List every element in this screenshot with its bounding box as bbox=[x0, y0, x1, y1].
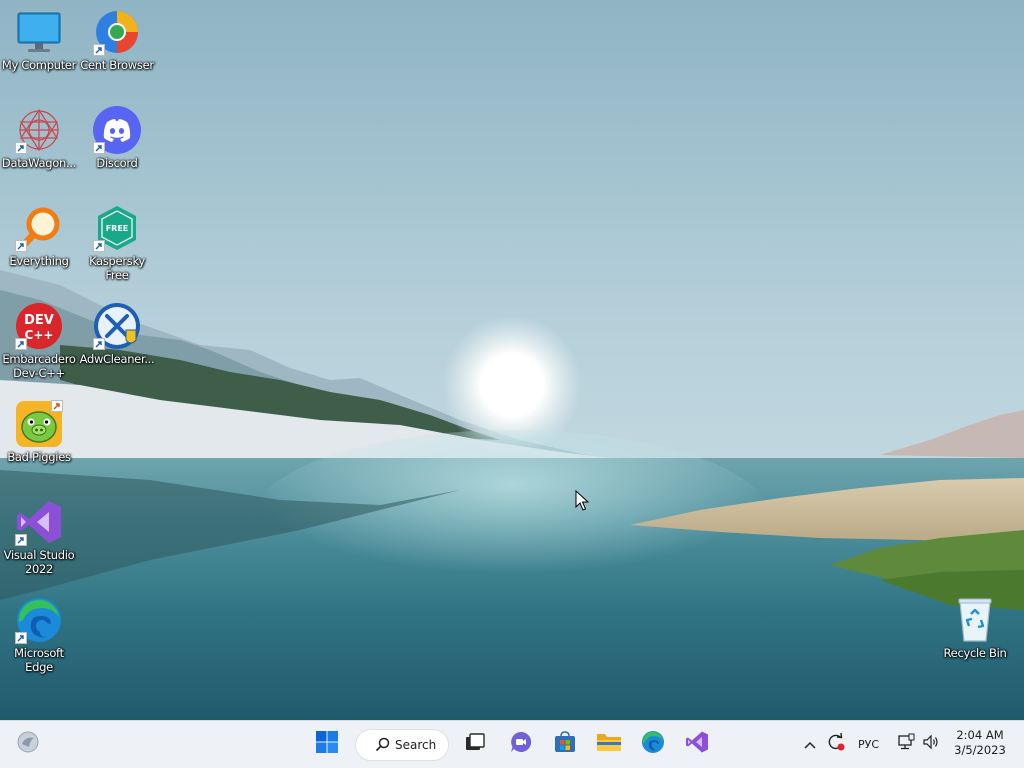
edge-icon bbox=[15, 596, 63, 644]
file-explorer-button[interactable] bbox=[591, 726, 627, 762]
shortcut-arrow-icon bbox=[93, 142, 105, 154]
shortcut-arrow-icon bbox=[93, 338, 105, 350]
desktop-icon-bad-piggies[interactable]: Bad Piggies bbox=[0, 400, 78, 464]
desktop-icon-discord[interactable]: Discord bbox=[78, 106, 156, 170]
desktop-icon-label: My Computer bbox=[1, 58, 77, 72]
desktop-icon-microsoft-edge[interactable]: Microsoft Edge bbox=[0, 596, 78, 674]
kaspersky-badge: FREE bbox=[106, 224, 129, 233]
visual-studio-icon bbox=[15, 498, 63, 546]
discord-icon bbox=[93, 106, 141, 154]
shortcut-arrow-icon bbox=[15, 240, 27, 252]
desktop-icon-label: Discord bbox=[96, 156, 138, 170]
desktop-icon-label: Kaspersky Free bbox=[89, 254, 145, 282]
desktop-icon-label: Recycle Bin bbox=[943, 646, 1007, 660]
start-icon bbox=[315, 730, 339, 758]
devcpp-icon: DEV C++ bbox=[15, 302, 63, 350]
shortcut-arrow-icon bbox=[15, 338, 27, 350]
shortcut-arrow-icon bbox=[93, 240, 105, 252]
cent-browser-icon bbox=[93, 8, 141, 56]
desktop-icon-kaspersky-free[interactable]: FREE Kaspersky Free bbox=[78, 204, 156, 282]
shortcut-arrow-icon bbox=[51, 400, 63, 412]
desktop-icon-label: DataWagon... bbox=[1, 156, 77, 170]
desktop-icon-label: Everything bbox=[9, 254, 69, 268]
desktop-icon-cent-browser[interactable]: Cent Browser bbox=[78, 8, 156, 72]
search-label: Search bbox=[395, 738, 437, 752]
bad-piggies-icon bbox=[15, 400, 63, 448]
teams-chat-icon bbox=[509, 730, 533, 758]
input-language-indicator[interactable]: РУС bbox=[858, 738, 879, 751]
desktop-icon-label: Embarcadero Dev-C++ bbox=[2, 352, 76, 380]
clock-time: 2:04 AM bbox=[956, 728, 1004, 742]
visual-studio-icon bbox=[685, 730, 709, 758]
desktop-icon-label: Visual Studio 2022 bbox=[3, 548, 75, 576]
search-icon bbox=[376, 736, 390, 755]
taskbar-clock[interactable]: 2:04 AM 3/5/2023 bbox=[944, 728, 1016, 758]
teams-chat-button[interactable] bbox=[503, 726, 539, 762]
shortcut-arrow-icon bbox=[93, 44, 105, 56]
network-icon bbox=[897, 733, 915, 755]
edge-icon bbox=[641, 730, 665, 758]
network-button[interactable] bbox=[894, 726, 918, 762]
desktop-icon-datawagon[interactable]: DataWagon... bbox=[0, 106, 78, 170]
start-button[interactable] bbox=[309, 726, 345, 762]
everything-search-icon bbox=[15, 204, 63, 252]
task-view-icon bbox=[464, 731, 486, 757]
adwcleaner-icon bbox=[93, 302, 141, 350]
file-explorer-icon bbox=[596, 730, 622, 758]
task-view-button[interactable] bbox=[457, 726, 493, 762]
sync-alert-icon bbox=[826, 732, 846, 756]
chevron-up-icon bbox=[803, 735, 817, 754]
volume-button[interactable] bbox=[919, 726, 943, 762]
desktop-icon-visual-studio[interactable]: Visual Studio 2022 bbox=[0, 498, 78, 576]
recycle-bin-icon bbox=[951, 596, 999, 644]
clock-date: 3/5/2023 bbox=[954, 743, 1006, 757]
shortcut-arrow-icon bbox=[15, 142, 27, 154]
update-status-button[interactable] bbox=[823, 726, 849, 762]
devcpp-badge-bottom: C++ bbox=[25, 328, 54, 342]
speaker-icon bbox=[922, 733, 940, 755]
desktop-icon-label: Bad Piggies bbox=[7, 450, 71, 464]
desktop-icon-adwcleaner[interactable]: AdwCleaner... bbox=[78, 302, 156, 366]
desktop-icon-everything[interactable]: Everything bbox=[0, 204, 78, 268]
store-icon bbox=[553, 730, 577, 758]
desktop-icon-label: Cent Browser bbox=[80, 58, 154, 72]
monitor-icon bbox=[15, 8, 63, 56]
store-button[interactable] bbox=[547, 726, 583, 762]
edge-taskbar-button[interactable] bbox=[635, 726, 671, 762]
desktop-icon-my-computer[interactable]: My Computer bbox=[0, 8, 78, 72]
desktop-icon-devcpp[interactable]: DEV C++ Embarcadero Dev-C++ bbox=[0, 302, 78, 380]
shortcut-arrow-icon bbox=[15, 632, 27, 644]
devcpp-badge-top: DEV bbox=[24, 313, 54, 328]
widgets-icon bbox=[16, 730, 40, 758]
visual-studio-taskbar-button[interactable] bbox=[679, 726, 715, 762]
kaspersky-shield-icon: FREE bbox=[93, 204, 141, 252]
desktop-icon-label: Microsoft Edge bbox=[14, 646, 64, 674]
shortcut-arrow-icon bbox=[15, 534, 27, 546]
show-hidden-icons-button[interactable] bbox=[798, 726, 822, 762]
taskbar-search-box[interactable]: Search bbox=[355, 729, 449, 761]
desktop-icon-recycle-bin[interactable]: Recycle Bin bbox=[936, 596, 1014, 660]
mouse-cursor-icon bbox=[575, 489, 590, 516]
desktop-icon-label: AdwCleaner... bbox=[79, 352, 155, 366]
widgets-button[interactable] bbox=[10, 726, 46, 762]
datawagon-icon bbox=[15, 106, 63, 154]
